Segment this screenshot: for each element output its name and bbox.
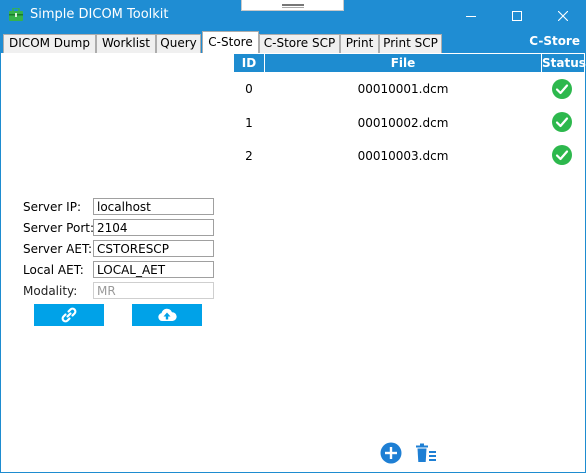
add-file-button[interactable] bbox=[380, 442, 402, 464]
title-bar[interactable]: Simple DICOM Toolkit bbox=[0, 0, 586, 31]
maximize-button[interactable] bbox=[494, 0, 540, 31]
server-port-label: Server Port: bbox=[23, 221, 94, 235]
server-ip-field[interactable] bbox=[93, 198, 214, 215]
tab-dicom-dump[interactable]: DICOM Dump bbox=[3, 34, 96, 53]
success-check-icon bbox=[552, 79, 572, 99]
drag-grip[interactable] bbox=[241, 0, 344, 11]
grip-line bbox=[282, 7, 304, 8]
cell-file: 00010003.dcm bbox=[357, 149, 449, 163]
minimize-button[interactable] bbox=[448, 0, 494, 31]
cell-id: 2 bbox=[245, 149, 253, 163]
server-aet-label: Server AET: bbox=[23, 242, 93, 256]
connect-button[interactable] bbox=[34, 304, 104, 326]
tab-print-scp[interactable]: Print SCP bbox=[379, 34, 442, 53]
cell-file: 00010001.dcm bbox=[357, 82, 449, 96]
column-header-status[interactable]: Status bbox=[542, 54, 586, 72]
tab-print[interactable]: Print bbox=[340, 34, 379, 53]
app-window: Simple DICOM Toolkit DICOM Dump Worklist… bbox=[0, 0, 586, 473]
cloud-upload-icon bbox=[158, 308, 177, 321]
close-button[interactable] bbox=[540, 0, 586, 31]
tab-c-store-scp[interactable]: C-Store SCP bbox=[259, 34, 340, 53]
tab-strip: DICOM Dump Worklist Query C-Store C-Stor… bbox=[0, 31, 586, 53]
tab-c-store[interactable]: C-Store bbox=[202, 31, 259, 53]
current-tab-title: C-Store bbox=[529, 34, 580, 48]
modality-field[interactable] bbox=[93, 282, 214, 299]
server-port-field[interactable] bbox=[93, 219, 214, 236]
success-check-icon bbox=[552, 112, 572, 132]
column-header-file[interactable]: File bbox=[265, 54, 541, 72]
cell-id: 1 bbox=[245, 116, 253, 130]
success-check-icon bbox=[552, 145, 572, 165]
column-header-id[interactable]: ID bbox=[234, 54, 264, 72]
tab-query[interactable]: Query bbox=[156, 34, 201, 53]
server-ip-label: Server IP: bbox=[23, 200, 81, 214]
modality-label: Modality: bbox=[23, 284, 78, 298]
maximize-icon bbox=[512, 10, 522, 21]
window-title: Simple DICOM Toolkit bbox=[30, 7, 169, 22]
local-aet-field[interactable] bbox=[93, 261, 214, 278]
toolbox-icon bbox=[9, 8, 23, 21]
minimize-icon bbox=[466, 15, 476, 17]
upload-button[interactable] bbox=[132, 304, 202, 326]
clear-list-button[interactable] bbox=[415, 442, 437, 464]
grip-line bbox=[282, 4, 304, 6]
c-store-panel: ID File Status 0 00010001.dcm 1 00010002… bbox=[1, 53, 586, 472]
close-icon bbox=[558, 10, 568, 21]
tab-worklist[interactable]: Worklist bbox=[96, 34, 156, 53]
local-aet-label: Local AET: bbox=[23, 263, 84, 277]
link-icon bbox=[61, 307, 77, 323]
cell-id: 0 bbox=[245, 82, 253, 96]
server-aet-field[interactable] bbox=[93, 240, 214, 257]
cell-file: 00010002.dcm bbox=[357, 116, 449, 130]
